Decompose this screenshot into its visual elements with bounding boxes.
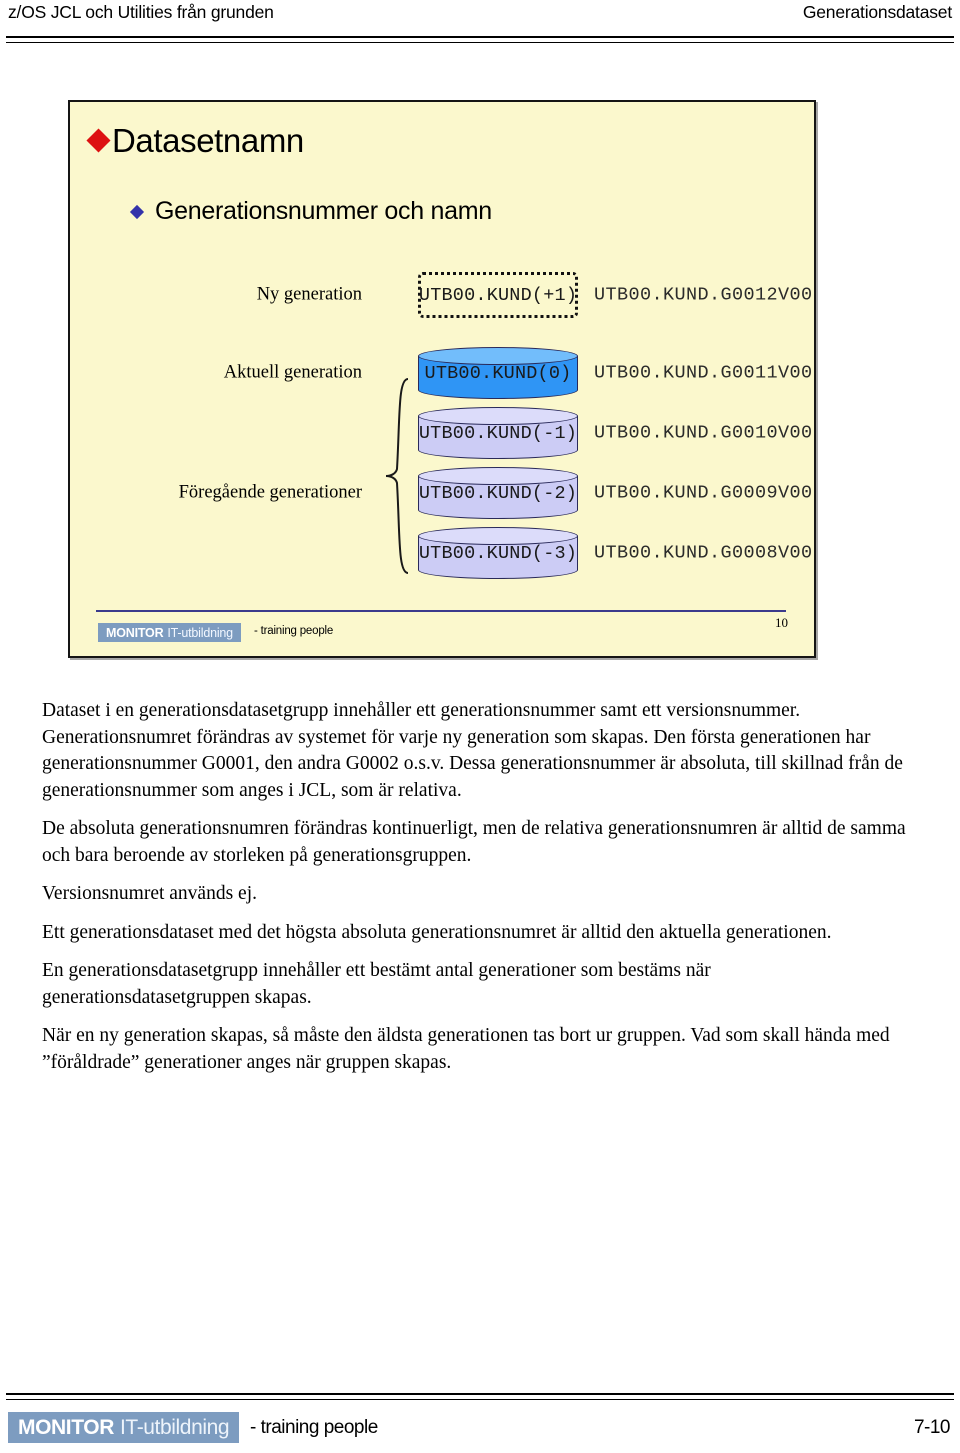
slide-logo-secondary: IT-utbildning (167, 625, 233, 640)
slide-tagline: - training people (254, 625, 334, 637)
slide-image: Datasetnamn Generationsnummer och namn N… (68, 100, 816, 658)
new-generation-relative-name: UTB00.KUND(+1) (418, 284, 578, 306)
previous-generation-cylinder-icon-3: UTB00.KUND(-3) (418, 527, 578, 579)
header-divider (6, 36, 954, 43)
row-label-current-generation: Aktuell generation (223, 362, 362, 383)
slide-subtitle: Generationsnummer och namn (129, 197, 492, 225)
row-label-new-generation: Ny generation (256, 284, 362, 305)
red-diamond-bullet-icon (86, 128, 111, 153)
previous-generation-cylinder-icon-1: UTB00.KUND(-1) (418, 407, 578, 459)
diagram-row-new-generation: Ny generation UTB00.KUND(+1) UTB00.KUND.… (70, 267, 814, 323)
slide-title-text: Datasetnamn (112, 122, 304, 159)
body-paragraph: Dataset i en generationsdatasetgrupp inn… (42, 700, 903, 801)
slide-footer-divider (96, 610, 786, 612)
row-label-previous-generations: Föregående generationer (178, 482, 362, 503)
body-paragraph: När en ny generation skapas, så måste de… (42, 1025, 890, 1073)
footer-page-number: 7-10 (913, 1417, 951, 1438)
footer-logo: MONITOR IT-utbildning (8, 1412, 240, 1443)
previous-generation-relative-name-2: UTB00.KUND(-2) (418, 482, 578, 504)
current-generation-absolute-name: UTB00.KUND.G0011V00 (594, 362, 813, 384)
current-generation-relative-name: UTB00.KUND(0) (424, 362, 572, 384)
diagram-row-previous-generation-1: UTB00.KUND(-1) UTB00.KUND.G0010V00 (70, 405, 814, 461)
slide-subtitle-text: Generationsnummer och namn (155, 197, 492, 225)
footer-divider (6, 1393, 954, 1400)
header-book-title: z/OS JCL och Utilities från grunden (8, 2, 274, 22)
diagram-row-current-generation: Aktuell generation UTB00.KUND(0) UTB00.K… (70, 345, 814, 401)
previous-generation-relative-name-1: UTB00.KUND(-1) (418, 422, 578, 444)
previous-generation-absolute-name-2: UTB00.KUND.G0009V00 (594, 482, 813, 504)
footer-logo-secondary: IT-utbildning (119, 1415, 230, 1439)
generation-diagram: Ny generation UTB00.KUND(+1) UTB00.KUND.… (70, 267, 814, 587)
body-paragraph: Versionsnumret används ej. (42, 883, 257, 904)
body-copy: Dataset i en generationsdatasetgrupp inn… (42, 698, 918, 1088)
footer-logo-primary: MONITOR (18, 1415, 114, 1439)
slide-title: Datasetnamn (86, 122, 304, 159)
new-generation-dotted-box: UTB00.KUND(+1) (418, 272, 578, 318)
new-generation-absolute-name: UTB00.KUND.G0012V00 (594, 284, 813, 306)
previous-generation-absolute-name-1: UTB00.KUND.G0010V00 (594, 422, 813, 444)
slide-page-number: 10 (775, 615, 788, 630)
current-generation-cylinder-icon: UTB00.KUND(0) (418, 347, 578, 399)
previous-generation-absolute-name-3: UTB00.KUND.G0008V00 (594, 542, 813, 564)
header-chapter-title: Generationsdataset (802, 2, 952, 22)
slide-logo-primary: MONITOR (106, 625, 164, 640)
diagram-row-previous-generation-3: UTB00.KUND(-3) UTB00.KUND.G0008V00 (70, 525, 814, 581)
diagram-row-previous-generation-2: Föregående generationer UTB00.KUND(-2) U… (70, 465, 814, 521)
body-paragraph: Ett generationsdataset med det högsta ab… (42, 921, 832, 943)
body-paragraph: En generationsdatasetgrupp innehåller et… (42, 960, 711, 1008)
footer-tagline: - training people (250, 1417, 378, 1438)
previous-generation-cylinder-icon-2: UTB00.KUND(-2) (418, 467, 578, 519)
body-paragraph: De absoluta generationsnumren förändras … (42, 818, 906, 866)
previous-generation-relative-name-3: UTB00.KUND(-3) (418, 542, 578, 564)
blue-diamond-bullet-icon (129, 204, 145, 219)
slide-logo: MONITOR IT-utbildning (98, 623, 241, 642)
